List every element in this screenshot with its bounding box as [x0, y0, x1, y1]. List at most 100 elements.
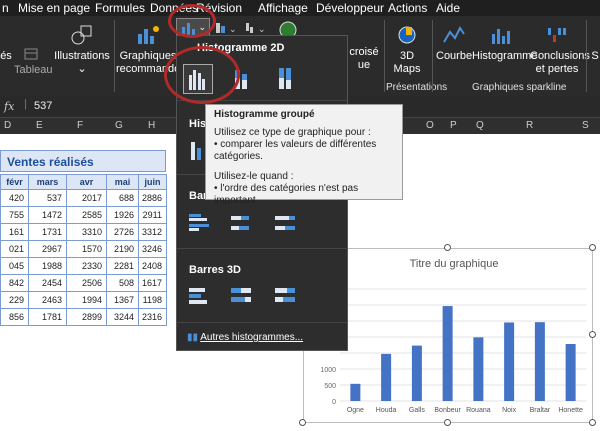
table-cell[interactable]: 2408	[138, 257, 167, 275]
chart-bar[interactable]	[473, 337, 484, 401]
sparkline-line-button[interactable]: Courbe	[436, 24, 472, 63]
ribbon-partial-left[interactable]: és	[0, 50, 12, 63]
stacked-bar-option[interactable]	[227, 210, 257, 240]
resize-handle[interactable]	[299, 419, 306, 426]
resize-handle[interactable]	[589, 419, 596, 426]
table-cell[interactable]: 856	[0, 308, 29, 326]
chart-bar[interactable]	[411, 345, 422, 401]
table-cell[interactable]: 688	[106, 189, 139, 207]
table-cell[interactable]: 1988	[28, 257, 67, 275]
table-cell[interactable]: 2190	[106, 240, 139, 258]
tableau-button[interactable]: Tableau	[14, 48, 53, 77]
more-column-charts-link[interactable]: ▮▮ Autres histogrammes...	[187, 332, 303, 343]
chart-bar[interactable]	[381, 353, 392, 401]
table-cell[interactable]: 1731	[28, 223, 67, 241]
table-cell[interactable]: 2911	[138, 206, 167, 224]
column-header[interactable]: D	[4, 120, 11, 131]
column-header[interactable]: R	[526, 120, 533, 131]
resize-handle[interactable]	[589, 244, 596, 251]
table-cell[interactable]: 229	[0, 291, 29, 309]
3d-stacked-bar-option[interactable]	[227, 282, 257, 312]
column-header[interactable]: F	[77, 120, 83, 131]
sheet-title-cell[interactable]: Ventes réalisés	[0, 150, 166, 172]
3d-clustered-bar-option[interactable]	[185, 282, 215, 312]
table-cell[interactable]: 2506	[66, 274, 107, 292]
100-stacked-bar-option[interactable]	[271, 210, 301, 240]
table-header[interactable]: avr	[66, 174, 107, 190]
ribbon-partial-right[interactable]: S	[590, 50, 600, 63]
chart-bar[interactable]	[350, 383, 361, 401]
sparkline-winloss-button[interactable]: Conclusions et pertes	[530, 24, 590, 76]
insert-waterfall-chart-button[interactable]: ⌄	[244, 20, 270, 36]
menu-mise-en-page[interactable]: Mise en page	[18, 1, 90, 15]
column-header[interactable]: Q	[476, 120, 484, 131]
table-cell[interactable]: 2899	[66, 308, 107, 326]
pivot-chart-button[interactable]: croisé ue	[346, 46, 382, 72]
chart-bar[interactable]	[504, 322, 515, 401]
table-cell[interactable]: 1926	[106, 206, 139, 224]
table-header[interactable]: mars	[28, 174, 67, 190]
table-cell[interactable]: 1367	[106, 291, 139, 309]
menu-affichage[interactable]: Affichage	[258, 1, 308, 15]
table-cell[interactable]: 2585	[66, 206, 107, 224]
table-cell[interactable]: 3244	[106, 308, 139, 326]
100-stacked-column-option[interactable]	[271, 64, 301, 94]
column-header[interactable]: P	[450, 120, 457, 131]
table-cell[interactable]: 3246	[138, 240, 167, 258]
table-cell[interactable]: 508	[106, 274, 139, 292]
illustrations-button[interactable]: Illustrations ⌄	[54, 24, 110, 76]
table-cell[interactable]: 1570	[66, 240, 107, 258]
menu-insertion[interactable]: n	[2, 1, 9, 15]
column-header[interactable]: O	[426, 120, 434, 131]
table-cell[interactable]: 2726	[106, 223, 139, 241]
table-cell[interactable]: 2967	[28, 240, 67, 258]
table-cell[interactable]: 2463	[28, 291, 67, 309]
clustered-bar-option[interactable]	[185, 210, 215, 240]
menu-formules[interactable]: Formules	[95, 1, 145, 15]
sparkline-histogram-button[interactable]: Histogramme	[472, 24, 537, 63]
table-header[interactable]: févr	[0, 174, 29, 190]
table-cell[interactable]: 2017	[66, 189, 107, 207]
column-header[interactable]: H	[148, 120, 155, 131]
table-cell[interactable]: 021	[0, 240, 29, 258]
insert-bar-chart-button[interactable]: ⌄	[214, 20, 242, 36]
table-cell[interactable]: 1994	[66, 291, 107, 309]
3d-maps-button[interactable]: 3D Maps	[388, 24, 426, 76]
column-header[interactable]: S	[582, 120, 589, 131]
3d-100-stacked-bar-option[interactable]	[271, 282, 301, 312]
3d-stacked-bar-icon	[231, 288, 251, 302]
table-header[interactable]: juin	[138, 174, 167, 190]
column-header[interactable]: E	[36, 120, 43, 131]
table-cell[interactable]: 2454	[28, 274, 67, 292]
formula-input[interactable]: 537	[34, 100, 52, 112]
menu-actions[interactable]: Actions	[388, 1, 427, 15]
fx-icon[interactable]: fx	[4, 100, 14, 113]
table-cell[interactable]: 2330	[66, 257, 107, 275]
table-cell[interactable]: 1781	[28, 308, 67, 326]
table-cell[interactable]: 537	[28, 189, 67, 207]
chart-bar[interactable]	[565, 344, 576, 401]
table-cell[interactable]: 2886	[138, 189, 167, 207]
menu-aide[interactable]: Aide	[436, 1, 460, 15]
resize-handle[interactable]	[589, 331, 596, 338]
column-header[interactable]: G	[115, 120, 123, 131]
chart-title[interactable]: Titre du graphique	[410, 258, 499, 270]
table-cell[interactable]: 3312	[138, 223, 167, 241]
table-header[interactable]: mai	[106, 174, 139, 190]
table-cell[interactable]: 3310	[66, 223, 107, 241]
table-cell[interactable]: 2316	[138, 308, 167, 326]
table-cell[interactable]: 842	[0, 274, 29, 292]
table-cell[interactable]: 1472	[28, 206, 67, 224]
chart-bar[interactable]	[534, 322, 545, 401]
resize-handle[interactable]	[444, 419, 451, 426]
table-cell[interactable]: 1198	[138, 291, 167, 309]
table-cell[interactable]: 420	[0, 189, 29, 207]
table-cell[interactable]: 045	[0, 257, 29, 275]
table-cell[interactable]: 755	[0, 206, 29, 224]
resize-handle[interactable]	[444, 244, 451, 251]
table-cell[interactable]: 161	[0, 223, 29, 241]
table-cell[interactable]: 2281	[106, 257, 139, 275]
table-cell[interactable]: 1617	[138, 274, 167, 292]
chart-bar[interactable]	[442, 306, 453, 401]
menu-developpeur[interactable]: Développeur	[316, 1, 384, 15]
